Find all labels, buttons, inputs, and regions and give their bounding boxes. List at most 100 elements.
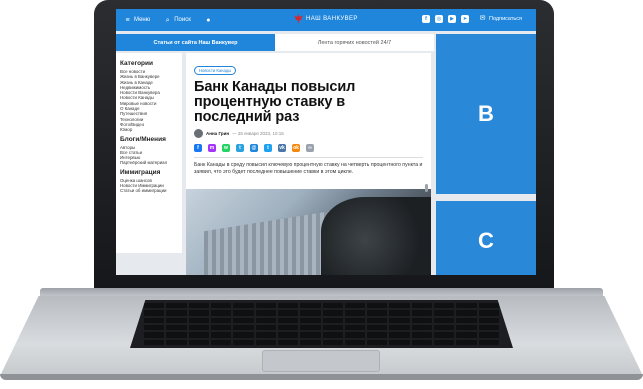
tab-hot-news-feed[interactable]: Лента горячих новостей 24/7 bbox=[275, 34, 434, 51]
messenger-share-icon[interactable]: m bbox=[208, 144, 216, 152]
keyboard-key bbox=[166, 317, 187, 323]
keyboard-key bbox=[478, 324, 499, 331]
menu-button[interactable]: ≡ Меню bbox=[124, 17, 150, 24]
keyboard-key bbox=[233, 339, 254, 345]
keyboard-key bbox=[411, 324, 433, 331]
keyboard-key bbox=[456, 339, 477, 345]
keyboard-key bbox=[277, 303, 299, 309]
content-tabs: Статьи от сайта Наш Ванкувер Лента горяч… bbox=[116, 34, 434, 51]
link-share-icon[interactable]: ∞ bbox=[306, 144, 314, 152]
top-navigation-bar: ≡ Меню ⌕ Поиск ● НАШ ВАНКУВЕР f ◎ ▶ ➤ ✉ … bbox=[116, 9, 536, 31]
sidebar-heading[interactable]: Иммиграция bbox=[120, 169, 182, 176]
keyboard-key bbox=[434, 317, 455, 323]
ad-block-c[interactable]: C bbox=[436, 201, 536, 275]
keyboard-key bbox=[210, 332, 232, 338]
facebook-share-icon[interactable]: f bbox=[194, 144, 202, 152]
keyboard-key bbox=[255, 332, 276, 338]
keyboard-key bbox=[434, 310, 455, 316]
keyboard-key bbox=[456, 310, 477, 316]
keyboard-key bbox=[255, 339, 276, 345]
twitter-share-icon[interactable]: t bbox=[264, 144, 272, 152]
keyboard-key bbox=[456, 303, 477, 309]
keyboard-key bbox=[478, 303, 499, 309]
keyboard-key bbox=[300, 332, 321, 338]
keyboard-key bbox=[389, 317, 410, 323]
whatsapp-share-icon[interactable]: w bbox=[222, 144, 230, 152]
ok-share-icon[interactable]: ok bbox=[292, 144, 300, 152]
keyboard-key bbox=[300, 303, 321, 309]
scrollbar-handle[interactable] bbox=[425, 184, 428, 192]
keyboard-key bbox=[233, 332, 254, 338]
keyboard-key bbox=[478, 339, 499, 345]
mail-icon: ✉ bbox=[479, 15, 486, 22]
category-badge[interactable]: Новости Канады bbox=[194, 66, 237, 75]
keyboard-key bbox=[322, 310, 343, 316]
share-bar: f m w t @ t vk ok ∞ bbox=[194, 144, 423, 152]
telegram-icon[interactable]: ➤ bbox=[461, 15, 469, 23]
keyboard-key bbox=[434, 303, 455, 309]
maple-leaf-icon bbox=[294, 14, 303, 23]
keyboard-key bbox=[188, 310, 209, 316]
instagram-icon[interactable]: ◎ bbox=[435, 15, 443, 23]
keyboard-key bbox=[277, 317, 299, 323]
article-byline: Анна Грин — 25 января 2023, 10:16 bbox=[194, 129, 423, 138]
keyboard-key bbox=[233, 317, 254, 323]
ad-block-b[interactable]: B bbox=[436, 34, 536, 194]
sidebar-item[interactable]: Партнёрский материал bbox=[120, 160, 182, 165]
tab-site-articles[interactable]: Статьи от сайта Наш Ванкувер bbox=[116, 34, 275, 51]
keyboard-key bbox=[210, 317, 232, 323]
user-icon: ● bbox=[206, 16, 211, 24]
keyboard-key bbox=[389, 310, 410, 316]
keyboard-key bbox=[389, 324, 410, 331]
keyboard-key bbox=[322, 332, 343, 338]
keyboard-key bbox=[166, 339, 187, 345]
laptop-keyboard bbox=[130, 300, 513, 348]
keyboard-key bbox=[322, 324, 343, 331]
account-button[interactable]: ● bbox=[205, 17, 212, 24]
keyboard-key bbox=[344, 332, 366, 338]
keyboard-key bbox=[478, 332, 499, 338]
keyboard-key bbox=[322, 339, 343, 345]
facebook-icon[interactable]: f bbox=[422, 15, 430, 23]
keyboard-key bbox=[367, 303, 388, 309]
article-divider bbox=[194, 157, 423, 158]
menu-label: Меню bbox=[134, 17, 151, 23]
keyboard-key bbox=[434, 332, 455, 338]
keyboard-key bbox=[144, 317, 165, 323]
sidebar-heading[interactable]: Категории bbox=[120, 60, 182, 67]
author-name[interactable]: Анна Грин bbox=[206, 131, 229, 136]
category-sidebar: Категории Все новости Жизнь в Ванкувере Жиз… bbox=[116, 53, 182, 253]
sidebar-item[interactable]: Статьи об иммиграции bbox=[120, 188, 182, 193]
site-logo[interactable]: НАШ ВАНКУВЕР bbox=[294, 14, 358, 23]
keyboard-key bbox=[411, 303, 433, 309]
sidebar-item[interactable]: Юмор bbox=[120, 127, 182, 132]
search-button[interactable]: ⌕ Поиск bbox=[164, 17, 191, 24]
keyboard-key bbox=[233, 310, 254, 316]
keyboard-key bbox=[188, 332, 209, 338]
email-share-icon[interactable]: @ bbox=[250, 144, 258, 152]
keyboard-key bbox=[144, 339, 165, 345]
keyboard-key bbox=[411, 332, 433, 338]
keyboard-key bbox=[188, 317, 209, 323]
laptop-trackpad bbox=[262, 350, 380, 372]
vk-share-icon[interactable]: vk bbox=[278, 144, 286, 152]
telegram-share-icon[interactable]: t bbox=[236, 144, 244, 152]
keyboard-key bbox=[322, 303, 343, 309]
sidebar-heading[interactable]: Блоги/Мнения bbox=[120, 136, 182, 143]
author-avatar bbox=[194, 129, 203, 138]
keyboard-key bbox=[277, 339, 299, 345]
youtube-icon[interactable]: ▶ bbox=[448, 15, 456, 23]
logo-text: НАШ ВАНКУВЕР bbox=[306, 15, 358, 22]
keyboard-key bbox=[456, 317, 477, 323]
keyboard-key bbox=[233, 303, 254, 309]
keyboard-key bbox=[344, 339, 366, 345]
keyboard-key bbox=[344, 310, 366, 316]
keyboard-key bbox=[322, 317, 343, 323]
keyboard-key bbox=[166, 324, 187, 331]
article-photo bbox=[186, 189, 431, 275]
keyboard-key bbox=[300, 324, 321, 331]
keyboard-key bbox=[277, 324, 299, 331]
keyboard-key bbox=[389, 332, 410, 338]
subscribe-button[interactable]: ✉ Подписаться bbox=[479, 15, 522, 22]
keyboard-key bbox=[367, 310, 388, 316]
